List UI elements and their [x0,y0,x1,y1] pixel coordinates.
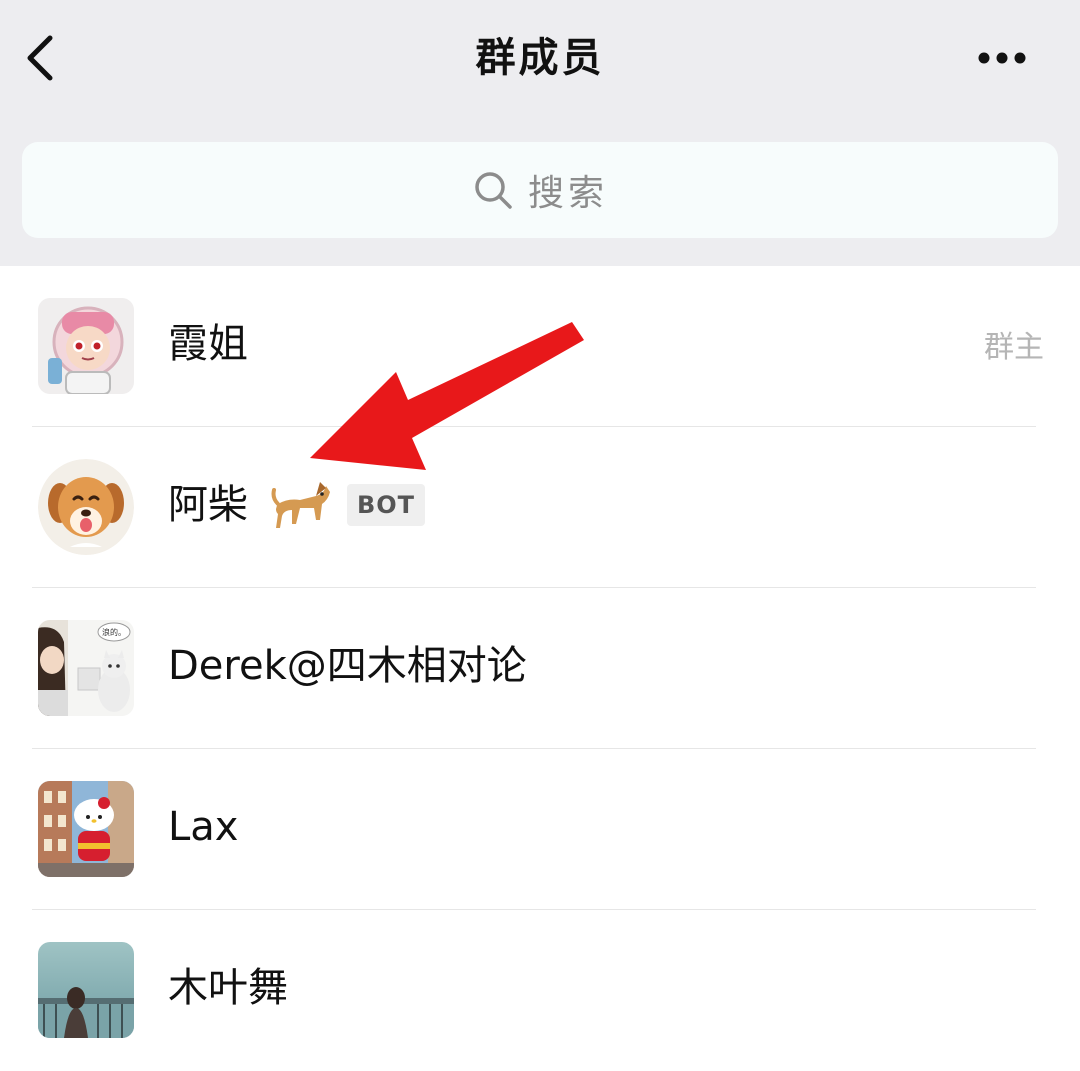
search-label: 搜索 [527,173,608,214]
member-name: 阿柴 [168,482,248,528]
bot-badge: BOT [347,484,425,526]
more-options-button[interactable] [970,40,1034,76]
member-name: 木叶舞 [168,965,288,1011]
member-row-lax[interactable]: Lax [0,749,1080,910]
owner-tag: 群主 [984,330,1044,365]
member-row-bot[interactable]: 阿柴 [0,427,1080,588]
back-button[interactable] [20,28,68,88]
member-name: Lax [168,804,239,850]
girl-by-railing-avatar [38,942,134,1038]
astronaut-girl-avatar [38,298,134,394]
member-list: 霞姐 群主 阿柴 浪的。 Derek@四木相对论 Lax 木叶舞 [0,266,1080,1046]
hello-kitty-street-avatar [38,781,134,877]
avatar-bubble-text: 浪的。 [102,627,126,637]
member-row-owner[interactable]: 霞姐 群主 [0,266,1080,427]
dog-emoji-icon [270,474,332,536]
shiba-dog-avatar [38,459,134,555]
member-name: Derek@四木相对论 [168,643,527,689]
search-input[interactable]: 搜索 [22,142,1058,238]
navigation-header: 群成员 搜索 [0,0,1080,266]
search-icon [472,169,514,211]
member-row-derek[interactable]: 浪的。 Derek@四木相对论 [0,588,1080,749]
chevron-left-icon [27,35,53,81]
search-placeholder: 搜索 [22,142,1058,238]
member-name: 霞姐 [168,321,248,367]
more-dots-icon [978,52,1026,64]
member-row-muyewu[interactable]: 木叶舞 [0,910,1080,1071]
girl-and-cat-avatar: 浪的。 [38,620,134,716]
page-title: 群成员 [475,35,605,81]
